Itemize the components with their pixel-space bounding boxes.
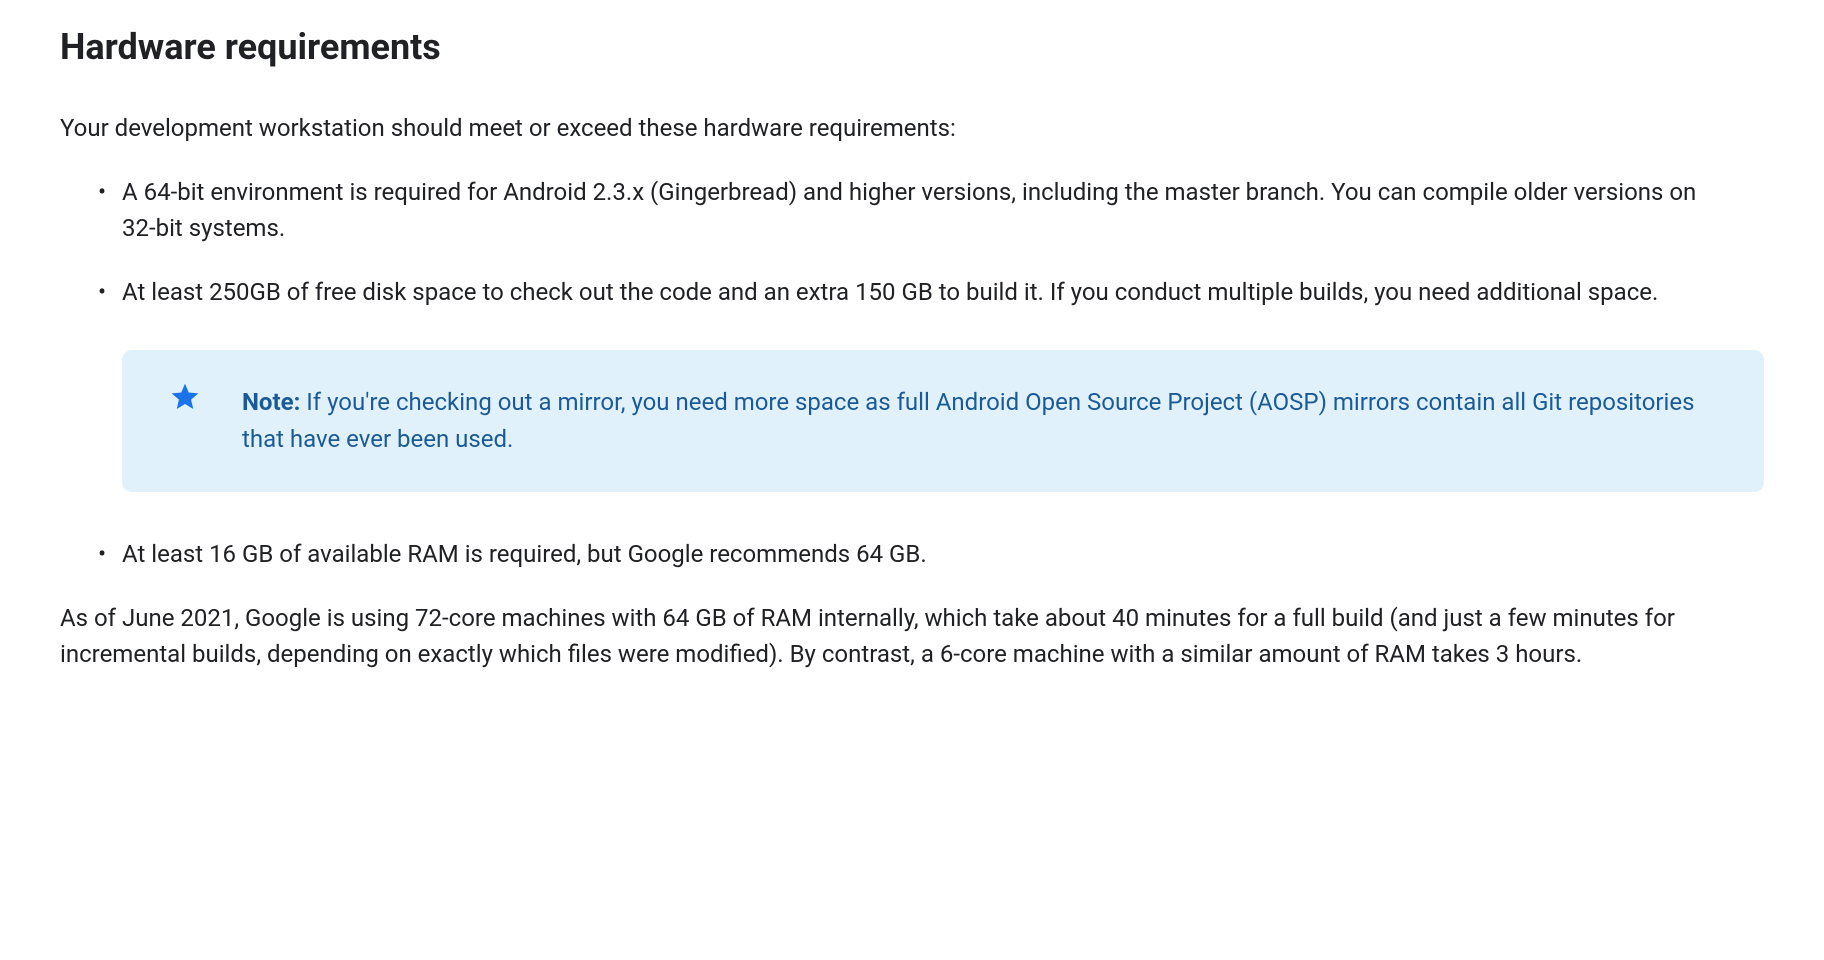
star-icon bbox=[168, 380, 202, 414]
closing-paragraph: As of June 2021, Google is using 72-core… bbox=[60, 600, 1764, 672]
list-item: A 64-bit environment is required for And… bbox=[122, 174, 1764, 246]
note-label: Note: bbox=[242, 388, 300, 416]
note-text: If you're checking out a mirror, you nee… bbox=[242, 388, 1694, 453]
note-content: Note: If you're checking out a mirror, y… bbox=[242, 388, 1694, 453]
list-item: At least 250GB of free disk space to che… bbox=[122, 274, 1764, 310]
requirements-list-bottom: At least 16 GB of available RAM is requi… bbox=[60, 536, 1764, 572]
intro-paragraph: Your development workstation should meet… bbox=[60, 110, 1764, 146]
section-heading: Hardware requirements bbox=[60, 20, 1764, 74]
note-callout: Note: If you're checking out a mirror, y… bbox=[122, 350, 1764, 492]
list-item: At least 16 GB of available RAM is requi… bbox=[122, 536, 1764, 572]
requirements-list-top: A 64-bit environment is required for And… bbox=[60, 174, 1764, 310]
